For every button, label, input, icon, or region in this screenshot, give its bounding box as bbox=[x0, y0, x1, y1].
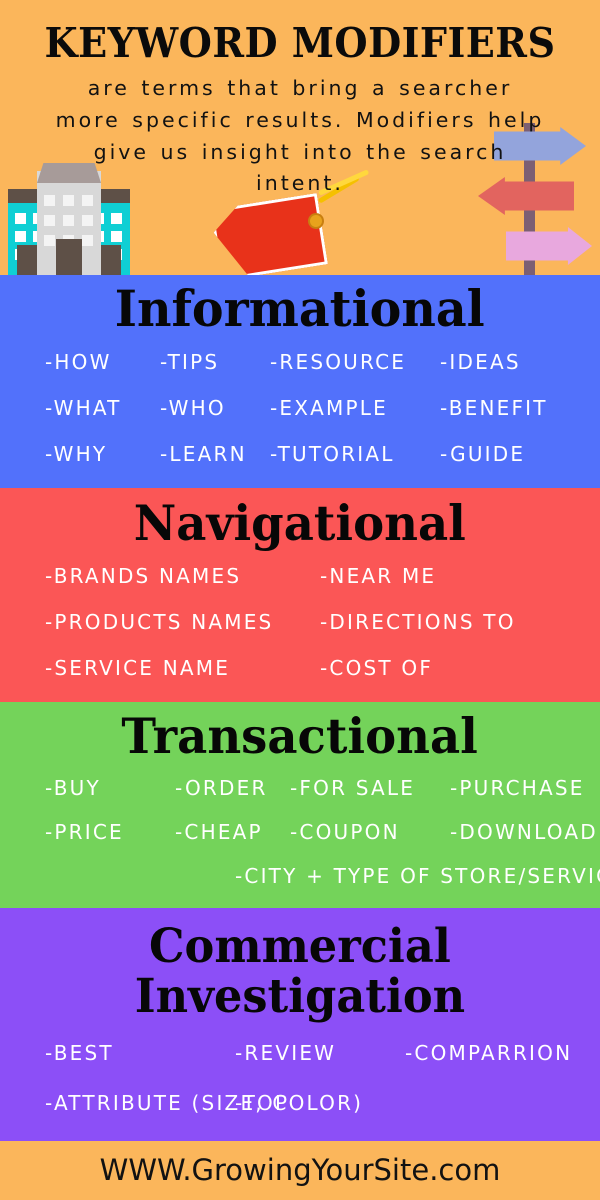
terms-grid-navigational: -BRANDS NAMES -NEAR ME -PRODUCTS NAMES -… bbox=[0, 564, 600, 702]
term-item: -ATTRIBUTE (SIZE, COLOR) bbox=[45, 1090, 364, 1115]
term-item: -DIRECTIONS TO bbox=[320, 610, 516, 634]
building-window bbox=[15, 213, 26, 224]
building-main-door bbox=[56, 239, 82, 275]
term-row: -SERVICE NAME -COST OF bbox=[0, 656, 600, 680]
section-navigational: Navigational -BRANDS NAMES -NEAR ME -PRO… bbox=[0, 488, 600, 702]
page-title: KEYWORD MODIFIERS bbox=[44, 19, 556, 67]
term-item: -TUTORIAL bbox=[270, 442, 395, 466]
term-item: -PURCHASE bbox=[450, 776, 585, 800]
terms-grid-commercial: -BEST -REVIEW -COMPARRION -ATTRIBUTE (SI… bbox=[0, 1041, 600, 1141]
term-row: -CITY + TYPE OF STORE/SERVICE bbox=[0, 864, 600, 888]
section-title-informational: Informational bbox=[115, 279, 485, 338]
term-row: -PRICE -CHEAP -COUPON -DOWNLOAD bbox=[0, 820, 600, 844]
infographic-poster: KEYWORD MODIFIERS are terms that bring a… bbox=[0, 0, 600, 1200]
building-window bbox=[44, 235, 55, 246]
term-item: -FOR SALE bbox=[290, 776, 416, 800]
term-item: -DOWNLOAD bbox=[450, 820, 598, 844]
page-subtitle: are terms that bring a searcher more spe… bbox=[55, 76, 545, 196]
term-item: -COST OF bbox=[320, 656, 434, 680]
term-row: -PRODUCTS NAMES -DIRECTIONS TO bbox=[0, 610, 600, 634]
term-item: -COUPON bbox=[290, 820, 400, 844]
term-row: -HOW -TIPS -RESOURCE -IDEAS bbox=[0, 350, 600, 374]
section-title-commercial-investigation: Commercial Investigation bbox=[134, 919, 466, 1025]
term-item: -TIPS bbox=[160, 350, 220, 374]
term-item: -PRODUCTS NAMES bbox=[45, 610, 274, 634]
term-item: -GUIDE bbox=[440, 442, 526, 466]
term-item: -REVIEW bbox=[235, 1040, 337, 1065]
term-item: -BENEFIT bbox=[440, 396, 548, 420]
building-window bbox=[15, 231, 26, 242]
building-window bbox=[111, 213, 122, 224]
term-item: -WHY bbox=[45, 442, 108, 466]
building-window bbox=[111, 231, 122, 242]
terms-grid-transactional: -BUY -ORDER -FOR SALE -PURCHASE -PRICE -… bbox=[0, 776, 600, 908]
header-section: KEYWORD MODIFIERS are terms that bring a… bbox=[0, 0, 600, 275]
term-item: -BUY bbox=[45, 776, 101, 800]
term-item: -WHAT bbox=[45, 396, 122, 420]
section-informational: Informational -HOW -TIPS -RESOURCE -IDEA… bbox=[0, 275, 600, 488]
building-window bbox=[82, 235, 93, 246]
term-item: -PRICE bbox=[45, 820, 124, 844]
term-item: -LEARN bbox=[160, 442, 247, 466]
section-title-line-2: Investigation bbox=[134, 969, 466, 1025]
footer-section: WWW.GrowingYourSite.com bbox=[0, 1140, 600, 1200]
building-window bbox=[63, 215, 74, 226]
price-tag-illustration bbox=[215, 169, 370, 275]
term-item: -CITY + TYPE OF STORE/SERVICE bbox=[235, 864, 600, 888]
term-item: -COMPARRION bbox=[405, 1040, 573, 1065]
term-item: -RESOURCE bbox=[270, 350, 407, 374]
building-window bbox=[44, 215, 55, 226]
term-row: -ATTRIBUTE (SIZE, COLOR) -TOP bbox=[0, 1091, 600, 1115]
term-item: -BEST bbox=[45, 1040, 114, 1065]
term-row: -WHY -LEARN -TUTORIAL -GUIDE bbox=[0, 442, 600, 466]
term-item: -EXAMPLE bbox=[270, 396, 388, 420]
term-item: -TOP bbox=[235, 1090, 290, 1115]
section-commercial-investigation: Commercial Investigation -BEST -REVIEW -… bbox=[0, 908, 600, 1141]
term-row: -BRANDS NAMES -NEAR ME bbox=[0, 564, 600, 588]
section-title-line-1: Commercial bbox=[149, 919, 451, 974]
term-item: -CHEAP bbox=[175, 820, 263, 844]
term-row: -WHAT -WHO -EXAMPLE -BENEFIT bbox=[0, 396, 600, 420]
term-item: -WHO bbox=[160, 396, 226, 420]
term-row: -BEST -REVIEW -COMPARRION bbox=[0, 1041, 600, 1065]
terms-grid-informational: -HOW -TIPS -RESOURCE -IDEAS -WHAT -WHO -… bbox=[0, 350, 600, 488]
section-transactional: Transactional -BUY -ORDER -FOR SALE -PUR… bbox=[0, 702, 600, 908]
section-title-transactional: Transactional bbox=[121, 707, 479, 765]
section-title-navigational: Navigational bbox=[133, 494, 467, 552]
term-item: -ORDER bbox=[175, 776, 268, 800]
price-tag-body bbox=[210, 193, 328, 275]
term-item: -NEAR ME bbox=[320, 564, 437, 588]
building-window bbox=[82, 215, 93, 226]
signpost-arrow-pink bbox=[506, 227, 592, 265]
term-item: -BRANDS NAMES bbox=[45, 564, 242, 588]
term-item: -IDEAS bbox=[440, 350, 521, 374]
website-url: WWW.GrowingYourSite.com bbox=[99, 1153, 501, 1188]
term-row: -BUY -ORDER -FOR SALE -PURCHASE bbox=[0, 776, 600, 800]
term-item: -HOW bbox=[45, 350, 112, 374]
term-item: -SERVICE NAME bbox=[45, 656, 231, 680]
